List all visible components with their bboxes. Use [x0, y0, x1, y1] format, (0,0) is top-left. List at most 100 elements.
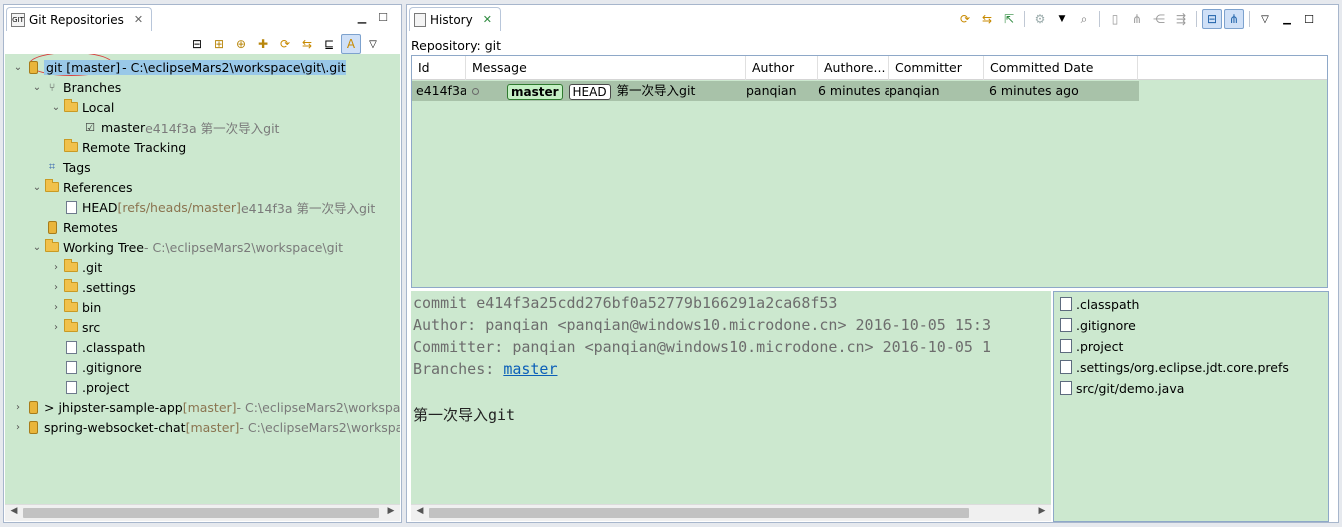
expanded-chevron-icon[interactable]: ⌄: [30, 82, 44, 93]
expanded-chevron-icon[interactable]: ⌄: [30, 182, 44, 193]
tree-item-repo-spring[interactable]: › spring-websocket-chat [master] - C:\ecl…: [11, 417, 400, 437]
git-repo-view-icon: GIT: [11, 12, 25, 27]
minimize-icon[interactable]: ▁: [1277, 9, 1297, 29]
refresh-icon[interactable]: ⟳: [955, 9, 975, 29]
folder-icon: [63, 139, 79, 155]
tree-item-repo-jhipster[interactable]: › > jhipster-sample-app [master] - C:\ecl…: [11, 397, 400, 417]
hierarchy-icon[interactable]: ⊑: [319, 34, 339, 54]
search-icon[interactable]: ⌕: [1074, 9, 1094, 29]
collapsed-chevron-icon[interactable]: ›: [49, 282, 63, 293]
tree-item-references[interactable]: ⌄ References: [30, 177, 132, 197]
refresh-icon[interactable]: ⟳: [275, 34, 295, 54]
branch-ref-badge: master: [506, 83, 563, 100]
show-changes-icon[interactable]: ⇶: [1171, 9, 1191, 29]
column-header-authored[interactable]: Authore...: [818, 56, 889, 80]
compare-mode-icon[interactable]: ⋔: [1127, 9, 1147, 29]
tree-item-wt-src[interactable]: › src: [49, 317, 100, 337]
list-item[interactable]: .settings/org.eclipse.jdt.core.prefs: [1060, 357, 1289, 377]
add-repository-icon[interactable]: ⊞: [209, 34, 229, 54]
maximize-icon[interactable]: ☐: [377, 11, 389, 24]
history-tabbar: History ✕ ⟳ ⇆ ⇱ ⚙ ▼ ⌕ ▯ ⋔ ⋲ ⇶ ⊟ ⋔ ▽ ▁ ☐: [407, 5, 1338, 32]
tree-item-wt-git[interactable]: › .git: [49, 257, 102, 277]
list-item[interactable]: src/git/demo.java: [1060, 378, 1184, 398]
show-first-parent-icon[interactable]: ⋲: [1149, 9, 1169, 29]
file-icon: [1060, 339, 1072, 353]
show-graph-icon[interactable]: ⋔: [1224, 9, 1244, 29]
tree-item-label: HEAD: [82, 199, 118, 215]
scrollbar-thumb[interactable]: [429, 508, 969, 518]
list-item[interactable]: .classpath: [1060, 294, 1139, 314]
git-repositories-view: GIT Git Repositories ✕ ▁ ☐ ⊟ ⊞ ⊕ ✚ ⟳ ⇆ ⊑…: [3, 4, 402, 523]
tree-item-branches[interactable]: ⌄ ⑂ Branches: [30, 77, 122, 97]
column-header-author[interactable]: Author: [746, 56, 818, 80]
collapse-all-icon[interactable]: ⊟: [187, 34, 207, 54]
link-with-selection-icon[interactable]: ⇆: [977, 9, 997, 29]
tree-item-working-tree[interactable]: ⌄ Working Tree - C:\eclipseMars2\workspac…: [30, 237, 343, 257]
scroll-left-icon[interactable]: ◀: [7, 506, 21, 516]
list-item[interactable]: .gitignore: [1060, 315, 1136, 335]
pin-icon[interactable]: ⇱: [999, 9, 1019, 29]
show-editor-icon[interactable]: A: [341, 34, 361, 54]
tree-item-head-ref[interactable]: HEAD [refs/heads/master] e414f3a 第一次导入gi…: [49, 197, 375, 217]
repository-path: - C:\eclipseMars2\workspace\git\.git: [122, 59, 346, 75]
tree-item-label: References: [63, 179, 133, 195]
git-repositories-tab[interactable]: GIT Git Repositories ✕: [6, 7, 153, 31]
expanded-chevron-icon[interactable]: ⌄: [30, 242, 44, 253]
tree-item-local[interactable]: ⌄ Local: [49, 97, 114, 117]
column-header-committed-date[interactable]: Committed Date: [984, 56, 1138, 80]
scroll-right-icon[interactable]: ▶: [384, 506, 398, 516]
tree-item-wt-settings[interactable]: › .settings: [49, 277, 136, 297]
collapsed-chevron-icon[interactable]: ›: [49, 302, 63, 313]
vertical-scrollbar[interactable]: [1331, 55, 1338, 288]
column-header-id[interactable]: Id: [412, 56, 466, 80]
maximize-icon[interactable]: ☐: [1299, 9, 1319, 29]
file-path: .gitignore: [1076, 317, 1136, 333]
tree-item-remote-tracking[interactable]: Remote Tracking: [49, 137, 186, 157]
changed-files-list[interactable]: .classpath .gitignore .project .settings/or…: [1053, 291, 1329, 522]
tree-item-wt-classpath[interactable]: .classpath: [49, 337, 145, 357]
filter-icon[interactable]: ⚙: [1030, 9, 1050, 29]
column-header-committer[interactable]: Committer: [889, 56, 984, 80]
minimize-icon[interactable]: ▁: [356, 11, 368, 24]
chevron-down-icon[interactable]: ▼: [1052, 9, 1072, 29]
table-row[interactable]: e414f3a master HEAD 第一次导入git panqian 6 m…: [412, 81, 1139, 101]
collapsed-chevron-icon[interactable]: ›: [11, 402, 25, 413]
tree-item-wt-bin[interactable]: › bin: [49, 297, 101, 317]
collapsed-chevron-icon[interactable]: ›: [11, 422, 25, 433]
create-repository-icon[interactable]: ✚: [253, 34, 273, 54]
commit-date: 6 minutes ago: [989, 83, 1079, 98]
repository-label: Repository: git: [411, 38, 502, 53]
column-header-message[interactable]: Message: [466, 56, 746, 80]
expanded-chevron-icon[interactable]: ⌄: [49, 102, 63, 113]
tree-item-remotes[interactable]: Remotes: [30, 217, 118, 237]
expanded-chevron-icon[interactable]: ⌄: [11, 62, 25, 73]
repo-icon: [25, 59, 41, 75]
tree-item-branch-master[interactable]: ☑ master e414f3a 第一次导入git: [68, 117, 279, 137]
tree-item-wt-gitignore[interactable]: .gitignore: [49, 357, 142, 377]
scroll-left-icon[interactable]: ◀: [413, 506, 427, 516]
commit-details-pane[interactable]: commit e414f3a25cdd276bf0a52779b166291a2…: [411, 291, 1051, 521]
branch-annotation: [refs/heads/master]: [117, 199, 241, 215]
list-item[interactable]: .project: [1060, 336, 1123, 356]
close-icon[interactable]: ✕: [134, 13, 143, 26]
branch-link[interactable]: master: [503, 360, 557, 378]
view-menu-icon[interactable]: ▽: [1255, 9, 1275, 29]
horizontal-scrollbar[interactable]: ◀ ▶: [411, 504, 1051, 521]
view-menu-icon[interactable]: ▽: [363, 34, 383, 54]
scroll-right-icon[interactable]: ▶: [1035, 506, 1049, 516]
close-icon[interactable]: ✕: [483, 13, 492, 26]
layout-vertical-icon[interactable]: ⊟: [1202, 9, 1222, 29]
tree-item-tags[interactable]: ⌗ Tags: [30, 157, 91, 177]
tree-item-repo-git[interactable]: ⌄ git [master] - C:\eclipseMars2\workspac…: [11, 57, 346, 77]
link-with-selection-icon[interactable]: ⇆: [297, 34, 317, 54]
show-all-branches-icon[interactable]: ▯: [1105, 9, 1125, 29]
history-tab[interactable]: History ✕: [409, 7, 501, 31]
collapsed-chevron-icon[interactable]: ›: [49, 262, 63, 273]
horizontal-scrollbar[interactable]: ◀ ▶: [5, 504, 400, 521]
tree-item-wt-project[interactable]: .project: [49, 377, 129, 397]
clone-repository-icon[interactable]: ⊕: [231, 34, 251, 54]
collapsed-chevron-icon[interactable]: ›: [49, 322, 63, 333]
scrollbar-thumb[interactable]: [23, 508, 379, 518]
commit-table[interactable]: Id Message Author Authore... Committer C…: [411, 55, 1328, 288]
repositories-tree[interactable]: ⌄ git [master] - C:\eclipseMars2\workspac…: [5, 54, 400, 504]
